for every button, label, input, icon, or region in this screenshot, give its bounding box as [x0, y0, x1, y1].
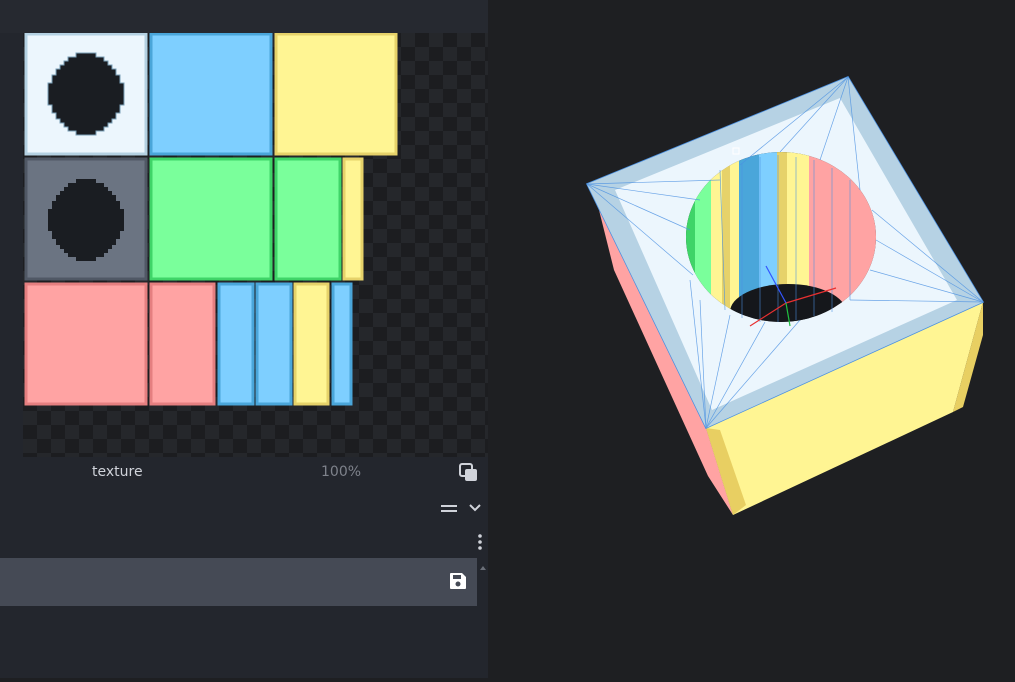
uv-face-hole-blue-3[interactable] [331, 282, 353, 406]
texture-toolbar [0, 490, 488, 524]
uv-editor-canvas[interactable] [23, 33, 488, 457]
uv-panel: texture 100% [0, 0, 488, 678]
scroll-up-arrow-icon[interactable] [478, 558, 488, 570]
texture-list-item[interactable] [0, 558, 477, 606]
uv-face-right[interactable] [274, 33, 398, 156]
uv-face-hole-green[interactable] [274, 157, 342, 281]
uv-face-hole-red[interactable] [149, 282, 216, 406]
copy-icon[interactable] [458, 462, 480, 484]
menu-icon[interactable] [440, 500, 458, 514]
uv-face-hole-yellow-strip[interactable] [342, 157, 364, 281]
uv-face-bottom[interactable] [24, 157, 148, 281]
3d-model[interactable] [488, 0, 1015, 678]
uv-status-bar [0, 457, 488, 490]
uv-face-top[interactable] [24, 33, 148, 156]
uv-face-left[interactable] [24, 282, 148, 406]
uv-face-hole-blue-2[interactable] [255, 282, 293, 406]
kebab-menu-icon[interactable] [474, 533, 486, 551]
uv-face-front[interactable] [149, 33, 273, 156]
save-icon[interactable] [448, 571, 468, 591]
zoom-level-label: 100% [321, 464, 362, 480]
uv-face-hole-yellow[interactable] [293, 282, 330, 406]
3d-viewport[interactable] [488, 0, 1015, 678]
uv-face-hole-blue-1[interactable] [217, 282, 255, 406]
uv-panel-header [0, 0, 488, 33]
texture-name-label: texture [92, 464, 143, 480]
uv-face-back[interactable] [149, 157, 273, 281]
uv-map[interactable] [23, 33, 488, 457]
chevron-down-icon[interactable] [467, 500, 483, 514]
